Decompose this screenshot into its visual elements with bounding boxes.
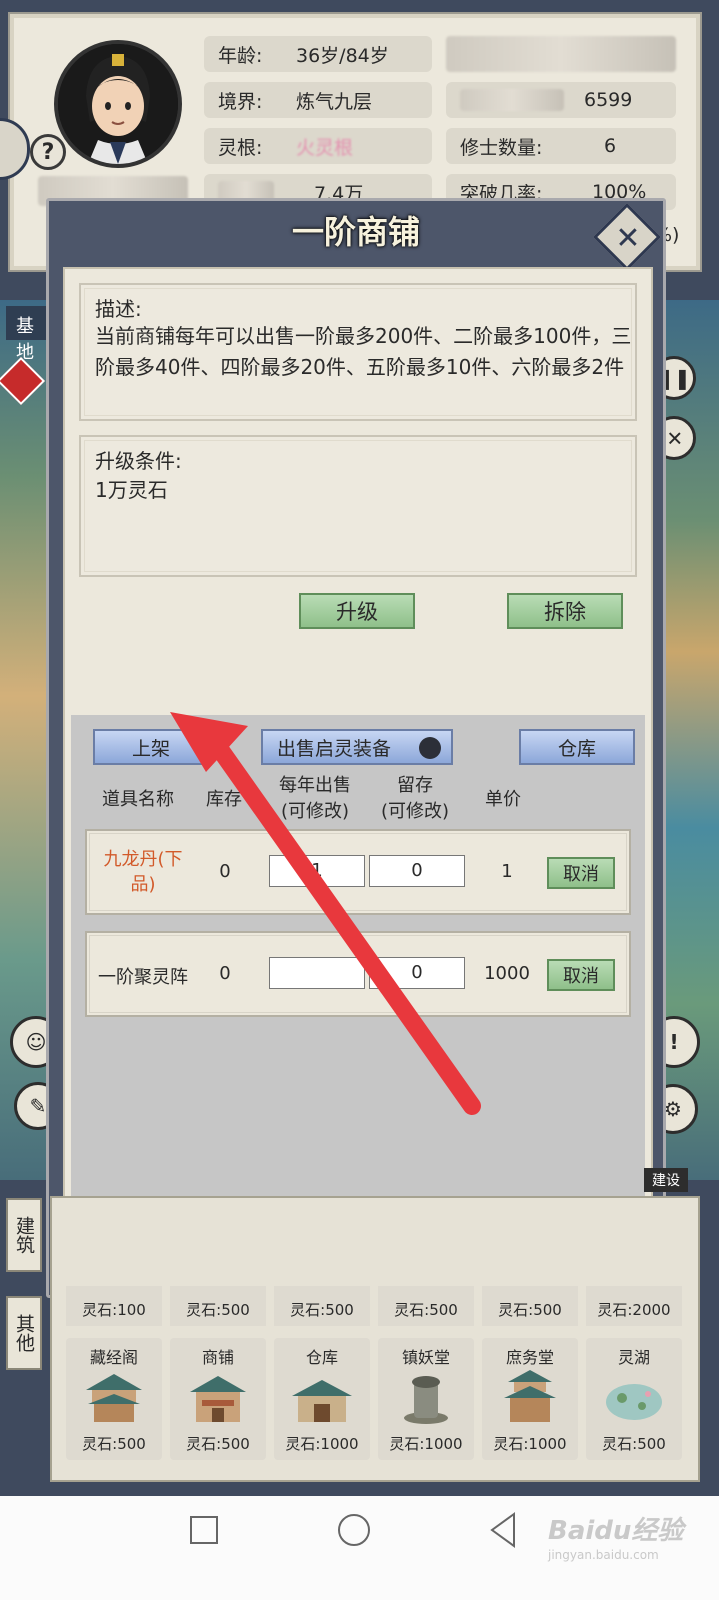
header-stock: 库存 [206, 789, 242, 810]
item-price: 1 [501, 861, 513, 882]
recent-apps-icon[interactable] [190, 1516, 218, 1544]
upgrade-conditions-text: 1万灵石 [95, 478, 168, 502]
blurred-field [446, 36, 676, 72]
item-price: 1000 [484, 963, 530, 984]
sect-stat: 6599 [446, 82, 676, 118]
item-name: 九龙丹(下品) [103, 849, 183, 895]
demon-hall-building-icon [404, 1376, 448, 1424]
building-card-partial[interactable]: 灵石:500 [170, 1286, 266, 1326]
building-card-warehouse[interactable]: 仓库 灵石:1000 [274, 1338, 370, 1460]
demolish-button[interactable]: 拆除 [507, 593, 623, 629]
tab-buildings[interactable]: 建筑 [6, 1198, 42, 1272]
help-button[interactable]: ? [30, 134, 66, 170]
cultivator-count-stat: 修士数量: 6 [446, 128, 676, 164]
cancel-button[interactable]: 取消 [547, 857, 615, 889]
description-text: 当前商铺每年可以出售一阶最多200件、二阶最多100件，三阶最多40件、四阶最多… [95, 324, 632, 379]
question-icon: ? [41, 139, 55, 165]
item-stock: 0 [219, 963, 231, 984]
shop-modal: 一阶商铺 ✕ 描述: 当前商铺每年可以出售一阶最多200件、二阶最多100件，三… [46, 198, 666, 1339]
modal-title: 一阶商铺 [291, 213, 420, 251]
warehouse-building-icon [292, 1380, 352, 1422]
yearly-sell-input[interactable]: 1 [269, 855, 365, 887]
building-card-partial[interactable]: 灵石:100 [66, 1286, 162, 1326]
cancel-button[interactable]: 取消 [547, 959, 615, 991]
header-item-name: 道具名称 [102, 789, 174, 810]
header-keep-sub: (可修改) [380, 801, 450, 822]
build-panel: 灵石:100 灵石:500 灵石:500 灵石:500 灵石:500 灵石:20… [50, 1196, 700, 1482]
building-card-spirit-lake[interactable]: 灵湖 灵石:500 [586, 1338, 682, 1460]
description-title: 描述: [95, 297, 142, 321]
item-name: 一阶聚灵阵 [98, 967, 188, 988]
sell-equipment-toggle[interactable]: 出售启灵装备 [261, 729, 453, 765]
blurred-label [460, 89, 564, 111]
header-yearly-sell-sub: (可修改) [280, 801, 350, 822]
watermark-url: jingyan.baidu.com [548, 1548, 659, 1562]
back-icon[interactable] [488, 1512, 518, 1548]
character-avatar [54, 40, 182, 168]
yearly-sell-input[interactable] [269, 957, 365, 989]
table-row: 九龙丹(下品) 0 1 0 1 取消 [85, 829, 631, 915]
shop-building-icon [190, 1376, 246, 1422]
description-box: 描述: 当前商铺每年可以出售一阶最多200件、二阶最多100件，三阶最多40件、… [79, 283, 637, 421]
building-card-partial[interactable]: 灵石:500 [274, 1286, 370, 1326]
realm-stat: 境界: 炼气九层 [204, 82, 432, 118]
toggle-knob [419, 737, 441, 759]
home-icon[interactable] [338, 1514, 370, 1546]
building-card-shop[interactable]: 商铺 灵石:500 [170, 1338, 266, 1460]
building-card-partial[interactable]: 灵石:2000 [586, 1286, 682, 1326]
spirit-root-stat: 灵根: 火灵根 [204, 128, 432, 164]
upgrade-button[interactable]: 升级 [299, 593, 415, 629]
building-card-affairs-hall[interactable]: 庶务堂 灵石:1000 [482, 1338, 578, 1460]
tab-other[interactable]: 其他 [6, 1296, 42, 1370]
affairs-hall-building-icon [504, 1370, 556, 1422]
header-keep: 留存 [397, 775, 433, 796]
upgrade-conditions-box: 升级条件: 1万灵石 [79, 435, 637, 577]
build-tab[interactable]: 建设 [644, 1168, 688, 1192]
header-yearly-sell: 每年出售 [279, 775, 351, 796]
upgrade-conditions-title: 升级条件: [95, 449, 182, 473]
building-card-partial[interactable]: 灵石:500 [482, 1286, 578, 1326]
keep-input[interactable]: 0 [369, 855, 465, 887]
list-item-button[interactable]: 上架 [93, 729, 209, 765]
age-stat: 年龄: 36岁/84岁 [204, 36, 432, 72]
header-price: 单价 [485, 789, 521, 810]
watermark: Baidu经验 [548, 1516, 684, 1546]
building-card-demon-hall[interactable]: 镇妖堂 灵石:1000 [378, 1338, 474, 1460]
storage-button[interactable]: 仓库 [519, 729, 635, 765]
item-stock: 0 [219, 861, 231, 882]
sell-equipment-label: 出售启灵装备 [277, 737, 392, 760]
library-building-icon [86, 1374, 142, 1422]
building-card-library[interactable]: 藏经阁 灵石:500 [66, 1338, 162, 1460]
modal-content: 描述: 当前商铺每年可以出售一阶最多200件、二阶最多100件，三阶最多40件、… [63, 267, 653, 1339]
close-icon: ✕ [609, 224, 645, 250]
table-row: 一阶聚灵阵 0 0 1000 取消 [85, 931, 631, 1017]
spirit-lake-icon [606, 1384, 662, 1420]
building-card-partial[interactable]: 灵石:500 [378, 1286, 474, 1326]
keep-input[interactable]: 0 [369, 957, 465, 989]
